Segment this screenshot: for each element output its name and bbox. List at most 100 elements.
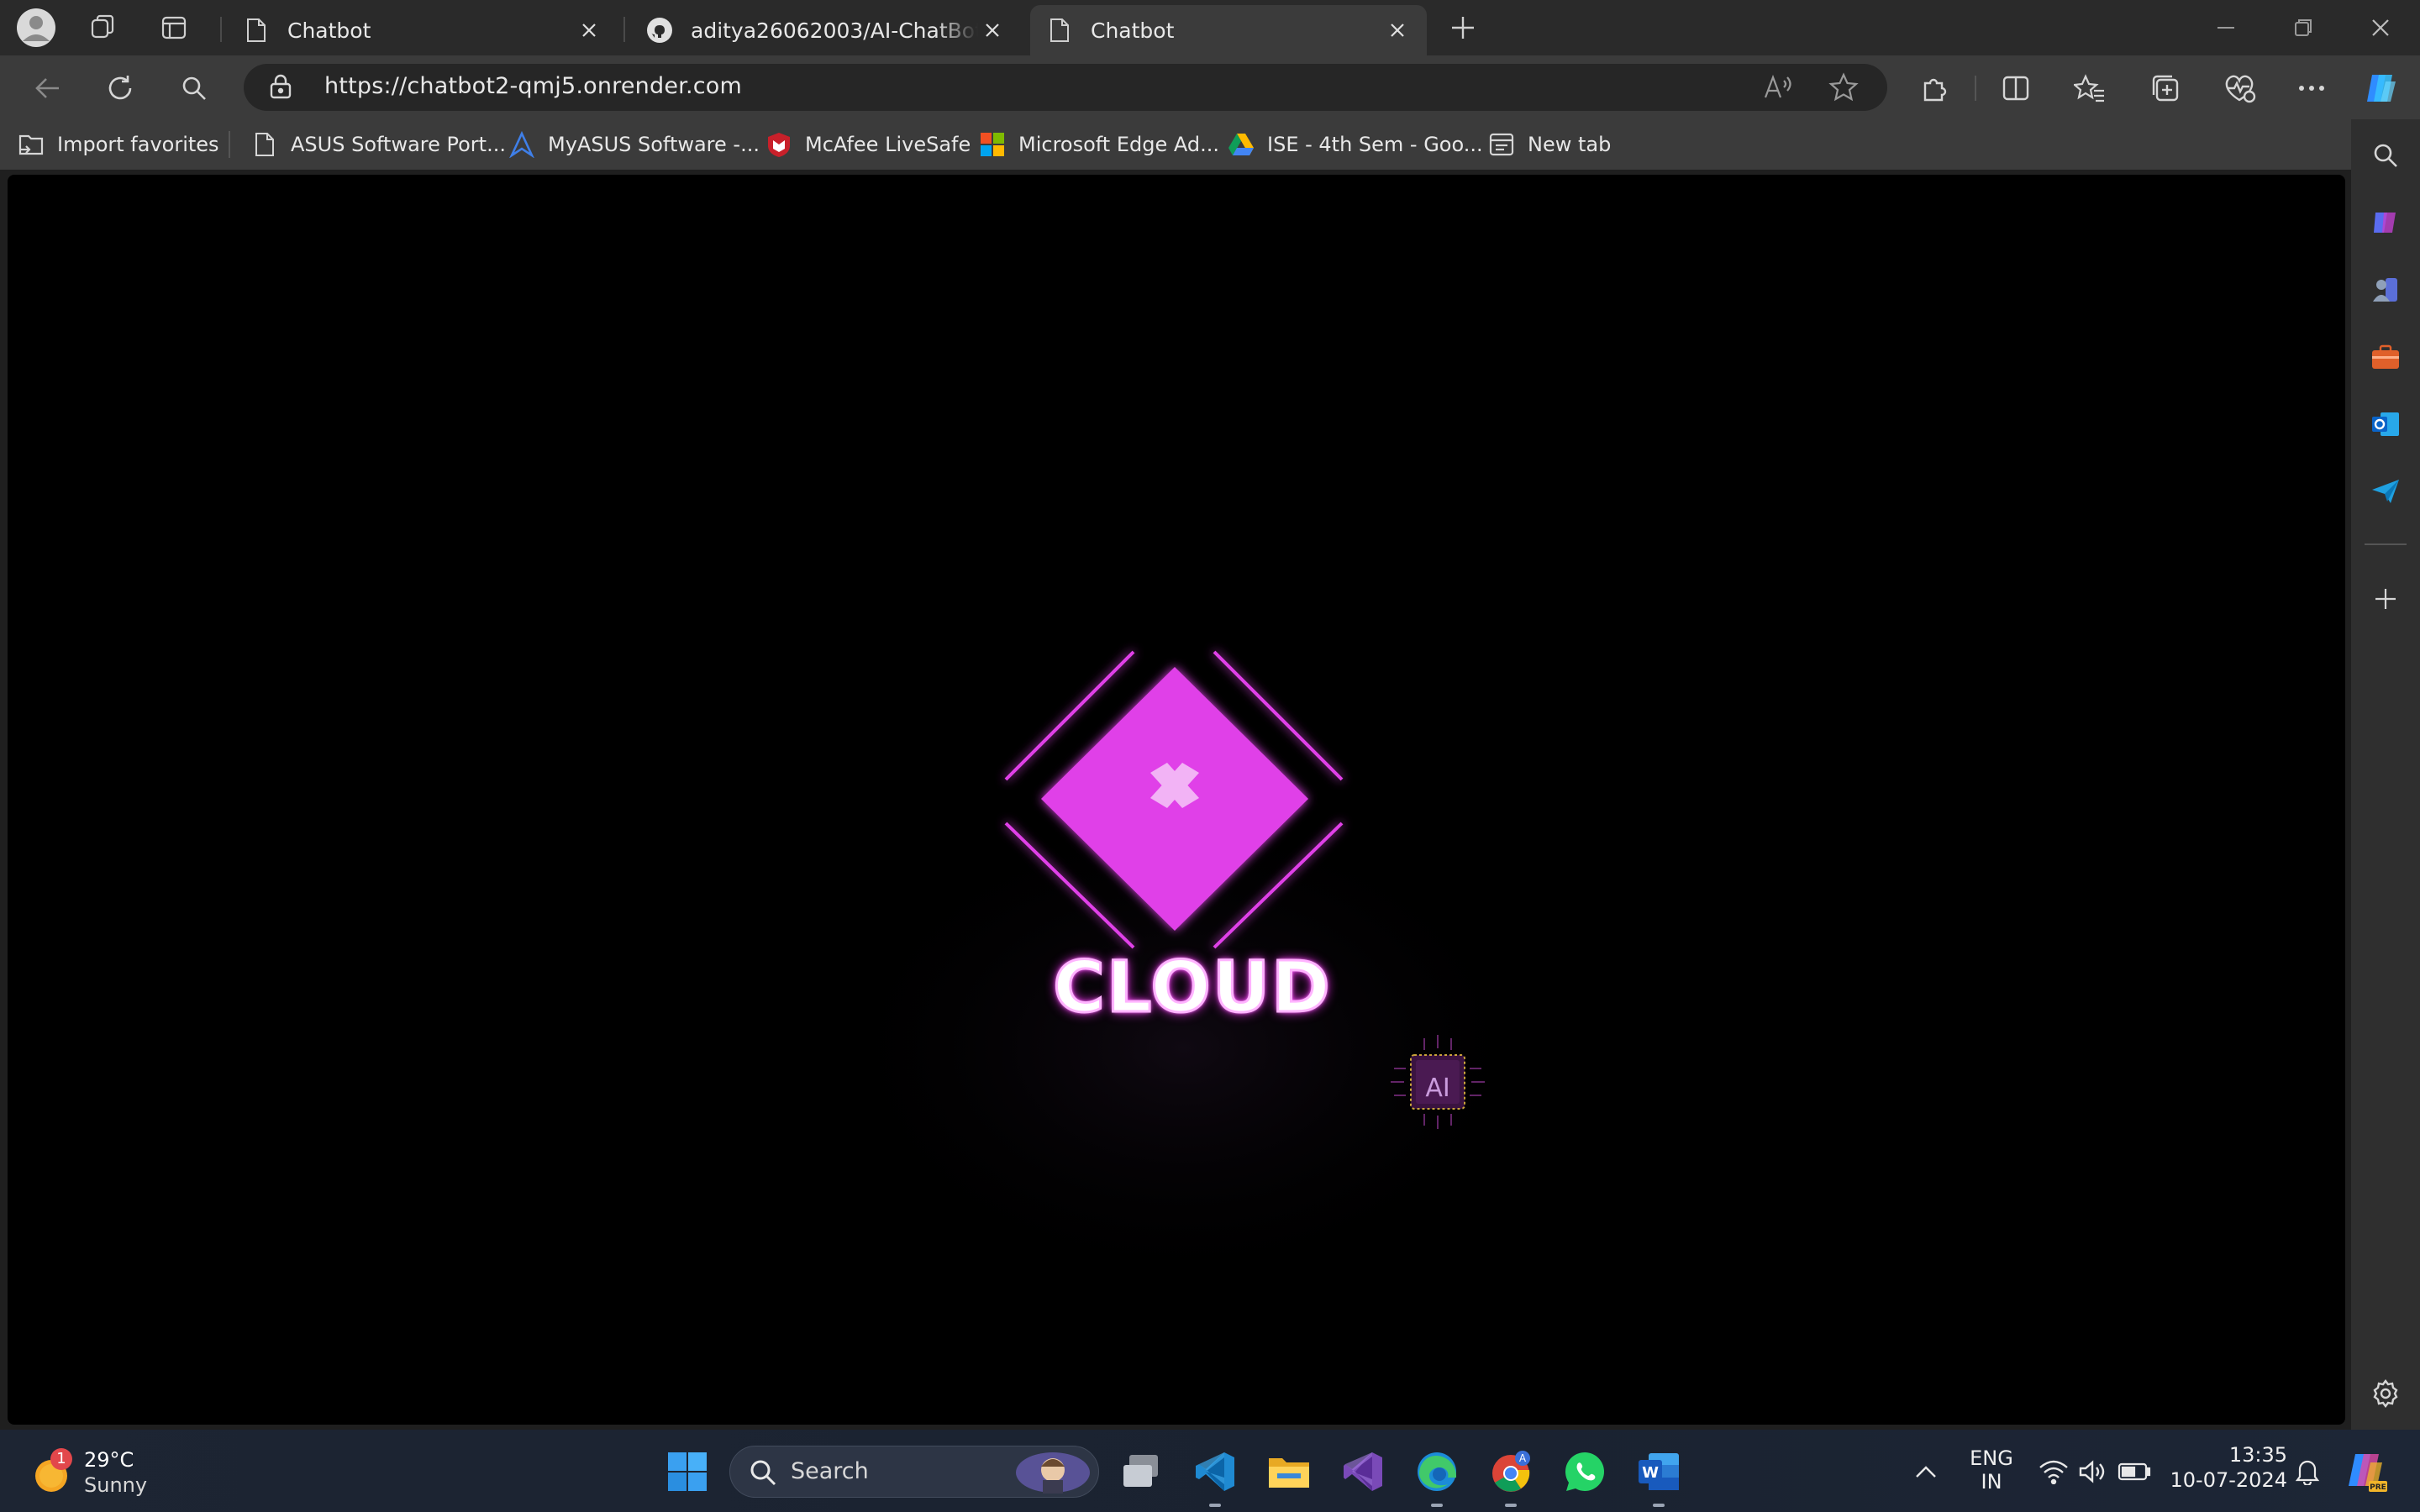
running-indicator — [1653, 1504, 1665, 1507]
windows-taskbar: 1 29°C Sunny Search A W ENG IN 13:35 10-… — [0, 1430, 2420, 1512]
file-explorer-icon[interactable] — [1264, 1446, 1314, 1497]
page-icon — [242, 16, 271, 45]
fav-label: McAfee LiveSafe — [805, 133, 971, 156]
sidebar-search-icon[interactable] — [2368, 138, 2403, 173]
chrome-icon[interactable]: A — [1486, 1446, 1536, 1497]
fav-label: Import favorites — [57, 133, 219, 156]
sidebar-copilot-icon[interactable] — [2368, 205, 2403, 240]
close-tab-icon[interactable] — [575, 16, 603, 45]
page-icon — [1045, 16, 1074, 45]
language-indicator[interactable]: ENG IN — [1963, 1446, 2020, 1494]
search-icon[interactable] — [171, 66, 217, 111]
show-hidden-icons-chevron-icon[interactable] — [1901, 1446, 1951, 1497]
page-icon — [250, 130, 279, 159]
favorites-icon[interactable] — [2067, 66, 2112, 111]
tab-actions-icon[interactable] — [153, 7, 195, 49]
fav-import-favorites[interactable]: Import favorites — [17, 128, 219, 161]
new-tab-button[interactable] — [1442, 7, 1484, 49]
sidebar-tools-icon[interactable] — [2368, 339, 2403, 375]
copilot-taskbar-icon[interactable]: PRE — [2341, 1446, 2391, 1497]
fav-label: New tab — [1528, 133, 1612, 156]
minimize-button[interactable] — [2205, 7, 2247, 49]
svg-text:A: A — [1519, 1452, 1527, 1464]
sidebar-games-icon[interactable] — [2368, 272, 2403, 307]
fav-myasus-software[interactable]: MyASUS Software -... — [508, 128, 760, 161]
word-icon[interactable]: W — [1634, 1446, 1684, 1497]
fav-label: ISE - 4th Sem - Goo... — [1267, 133, 1483, 156]
browser-toolbar: https://chatbot2-qmj5.onrender.com — [0, 55, 2420, 119]
search-highlight-icon — [1016, 1452, 1090, 1494]
weather-widget[interactable]: 1 29°C Sunny — [30, 1448, 198, 1500]
page-viewport: CLOUD AI — [8, 175, 2345, 1425]
weather-badge: 1 — [50, 1448, 72, 1470]
taskbar-search[interactable]: Search — [729, 1446, 1099, 1498]
svg-text:W: W — [1642, 1464, 1659, 1482]
workspaces-icon[interactable] — [82, 7, 124, 49]
cloud-logo-text: CLOUD — [1052, 945, 1332, 1030]
windows-start-icon[interactable] — [662, 1446, 713, 1497]
language-line2: IN — [1981, 1470, 2002, 1494]
collections-icon[interactable] — [2143, 66, 2188, 111]
weather-condition: Sunny — [84, 1473, 148, 1497]
weather-temp: 29°C — [84, 1448, 134, 1472]
refresh-button[interactable] — [97, 66, 143, 111]
close-window-button[interactable] — [2360, 7, 2402, 49]
sidebar-add-icon[interactable] — [2368, 581, 2403, 617]
tab-chatbot-1[interactable]: Chatbot — [227, 5, 618, 55]
fav-new-tab[interactable]: New tab — [1487, 128, 1611, 161]
mcafee-icon — [765, 130, 793, 159]
running-indicator — [1209, 1504, 1221, 1507]
notification-bell-icon[interactable] — [2282, 1446, 2333, 1497]
edge-sidebar — [2351, 119, 2420, 1430]
fav-label: ASUS Software Port... — [291, 133, 506, 156]
address-bar[interactable]: https://chatbot2-qmj5.onrender.com — [244, 64, 1887, 111]
favorite-star-icon[interactable] — [1828, 72, 1859, 106]
more-options-icon[interactable] — [2289, 66, 2334, 111]
close-tab-icon[interactable] — [1383, 16, 1412, 45]
restore-button[interactable] — [2282, 7, 2324, 49]
fav-ise-4th-sem[interactable]: ISE - 4th Sem - Goo... — [1227, 128, 1483, 161]
split-screen-icon[interactable] — [1993, 66, 2039, 111]
tab-chatbot-active[interactable]: Chatbot — [1030, 5, 1427, 55]
tab-strip: Chatbot aditya26062003/AI-ChatBot: AI C … — [0, 0, 2420, 55]
running-indicator — [1505, 1504, 1517, 1507]
close-tab-icon[interactable] — [978, 16, 1007, 45]
microsoft-icon — [978, 130, 1007, 159]
fav-microsoft-edge-addons[interactable]: Microsoft Edge Ad... — [978, 128, 1219, 161]
newtab-icon — [1487, 130, 1516, 159]
tab-title: Chatbot — [1091, 18, 1175, 43]
fav-mcafee-livesafe[interactable]: McAfee LiveSafe — [765, 128, 971, 161]
favorites-bar: Import favorites ASUS Software Port... M… — [0, 119, 2420, 170]
profile-avatar[interactable] — [15, 7, 57, 49]
read-aloud-icon[interactable] — [1763, 72, 1793, 106]
tab-github[interactable]: aditya26062003/AI-ChatBot: AI C — [630, 5, 1022, 55]
lock-icon[interactable] — [269, 73, 292, 103]
browser-essentials-icon[interactable] — [2217, 66, 2262, 111]
taskbar-search-placeholder: Search — [791, 1458, 869, 1484]
github-icon — [645, 16, 674, 45]
back-button[interactable] — [25, 66, 71, 111]
task-view-icon[interactable] — [1116, 1446, 1166, 1497]
sidebar-outlook-icon[interactable] — [2368, 407, 2403, 442]
clock[interactable]: 13:35 10-07-2024 — [2168, 1443, 2287, 1492]
sidebar-send-icon[interactable] — [2368, 474, 2403, 509]
vscode-icon[interactable] — [1190, 1446, 1240, 1497]
tab-title: aditya26062003/AI-ChatBot: AI C — [691, 18, 978, 43]
copilot-icon[interactable] — [2360, 66, 2405, 111]
fav-label: MyASUS Software -... — [548, 133, 760, 156]
edge-icon[interactable] — [1412, 1446, 1462, 1497]
whatsapp-icon[interactable] — [1560, 1446, 1610, 1497]
language-line1: ENG — [1970, 1446, 2013, 1470]
fav-asus-software-portal[interactable]: ASUS Software Port... — [250, 128, 506, 161]
url-text[interactable]: https://chatbot2-qmj5.onrender.com — [324, 73, 742, 99]
svg-text:PRE: PRE — [2370, 1483, 2386, 1492]
clock-date: 10-07-2024 — [2170, 1468, 2287, 1492]
search-icon — [750, 1460, 776, 1486]
clock-time: 13:35 — [2228, 1443, 2287, 1467]
visual-studio-icon[interactable] — [1338, 1446, 1388, 1497]
battery-icon[interactable] — [2109, 1446, 2160, 1497]
sidebar-settings-icon[interactable] — [2368, 1376, 2403, 1411]
extensions-icon[interactable] — [1912, 66, 1958, 111]
myasus-icon — [508, 130, 536, 159]
fav-label: Microsoft Edge Ad... — [1018, 133, 1219, 156]
